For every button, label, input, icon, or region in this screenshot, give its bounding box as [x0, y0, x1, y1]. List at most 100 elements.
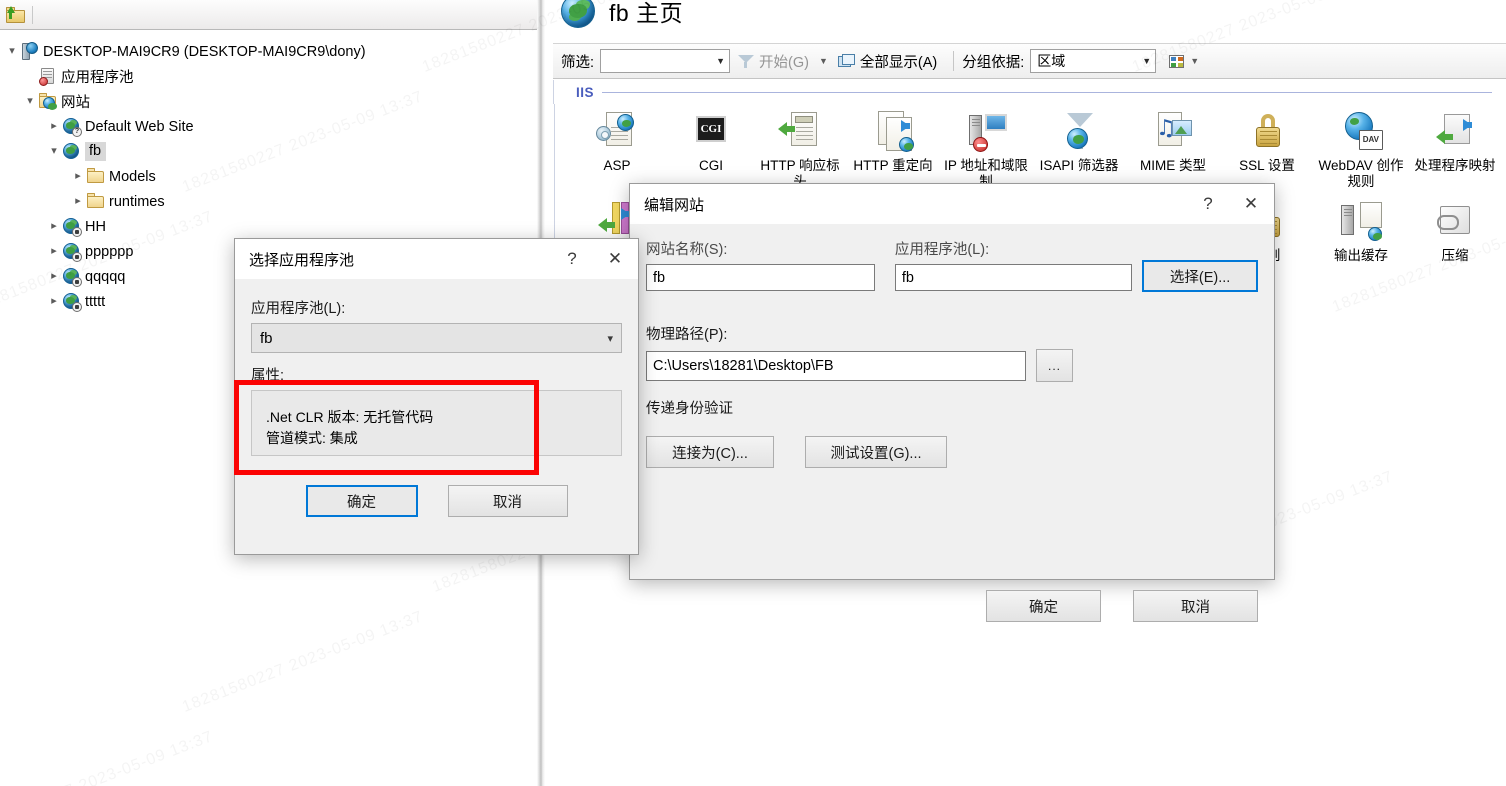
dialog-body: 网站名称(S): fb 应用程序池(L): fb 选择(E)... 物理路径(P…	[630, 224, 1274, 622]
tree-item-fb[interactable]: ▾ fb	[0, 139, 537, 164]
website-icon	[62, 217, 82, 237]
tree-item-label: Default Web Site	[85, 118, 194, 135]
website-icon	[62, 142, 81, 161]
tree-item-sites[interactable]: ▾ 网站	[0, 89, 537, 114]
feature-webdav[interactable]: DAV WebDAV 创作规则	[1315, 110, 1407, 190]
physical-path-input[interactable]: C:\Users\18281\Desktop\FB	[646, 350, 1026, 381]
expand-chevron-icon[interactable]: ▸	[46, 121, 62, 132]
connections-toolbar	[0, 0, 537, 30]
app-pool-input[interactable]: fb	[894, 264, 1133, 291]
feature-mime-types[interactable]: ♫ MIME 类型	[1127, 110, 1219, 174]
folder-icon	[86, 167, 105, 186]
passthrough-auth-label: 传递身份验证	[646, 401, 733, 417]
expand-chevron-icon[interactable]: ▾	[4, 46, 20, 57]
group-by-select[interactable]: 区域 ▼	[1030, 49, 1157, 73]
help-icon[interactable]: ?	[1188, 194, 1228, 214]
tree-item-hh[interactable]: ▸ HH	[0, 214, 537, 239]
tree-item-label: 应用程序池	[61, 70, 134, 86]
tree-item-models[interactable]: ▸ Models	[0, 164, 537, 189]
chevron-down-icon[interactable]: ▾	[607, 332, 613, 345]
toolbar-separator	[32, 5, 33, 24]
site-name-label: 网站名称(S):	[646, 242, 728, 258]
filter-go-button[interactable]: 开始(G)	[730, 51, 817, 72]
feature-asp[interactable]: ASP	[571, 110, 663, 174]
expand-chevron-icon[interactable]: ▾	[22, 96, 38, 107]
connect-as-button[interactable]: 连接为(C)...	[646, 436, 774, 468]
website-icon	[62, 292, 82, 312]
feature-label: 处理程序映射	[1414, 158, 1496, 173]
filter-go-label: 开始(G)	[759, 54, 809, 71]
feature-http-response-headers[interactable]: HTTP 响应标头	[754, 110, 846, 190]
show-all-icon	[837, 54, 855, 68]
properties-label: 属性:	[251, 368, 285, 384]
dialog-title: 选择应用程序池	[249, 251, 355, 269]
filter-toolbar: 筛选: ▼ 开始(G) ▼ 全部显示(A) 分组依据: 区域 ▼ ▼	[553, 43, 1506, 79]
expand-chevron-icon[interactable]: ▸	[46, 296, 62, 307]
feature-isapi-filters[interactable]: ISAPI 筛选器	[1033, 110, 1125, 174]
select-app-pool-button[interactable]: 选择(E)...	[1142, 260, 1258, 292]
ip-restrictions-icon	[963, 110, 1009, 154]
site-name-input[interactable]: fb	[646, 264, 875, 291]
grid-view-icon	[1168, 54, 1184, 68]
test-settings-button[interactable]: 测试设置(G)...	[805, 436, 947, 468]
mime-types-icon: ♫	[1150, 110, 1196, 154]
filter-input[interactable]: ▼	[600, 49, 731, 73]
show-all-button[interactable]: 全部显示(A)	[830, 51, 945, 72]
cancel-button[interactable]: 取消	[1133, 590, 1258, 622]
feature-label: HTTP 重定向	[853, 158, 933, 173]
dialog-titlebar[interactable]: 选择应用程序池 ? ✕	[235, 239, 638, 279]
tree-item-default-web-site[interactable]: ▸ ? Default Web Site	[0, 114, 537, 139]
dialog-body: 应用程序池(L): fb ▾ 属性: .Net CLR 版本: 无托管代码 管道…	[235, 279, 638, 517]
page-header: fb 主页	[545, 0, 683, 34]
chevron-down-icon[interactable]: ▼	[1188, 56, 1201, 66]
feature-ssl-settings[interactable]: SSL 设置	[1221, 110, 1313, 174]
feature-cgi[interactable]: CGI CGI	[665, 110, 757, 174]
feature-label: WebDAV 创作规则	[1318, 158, 1404, 189]
app-pool-select[interactable]: fb ▾	[251, 323, 622, 353]
chevron-down-icon[interactable]: ▼	[712, 56, 729, 66]
filter-label: 筛选:	[561, 54, 595, 71]
expand-chevron-icon[interactable]: ▸	[70, 196, 86, 207]
feature-compression[interactable]: 压缩	[1409, 200, 1501, 264]
funnel-icon	[738, 54, 755, 68]
expand-chevron-icon[interactable]: ▸	[70, 171, 86, 182]
dialog-titlebar[interactable]: 编辑网站 ? ✕	[630, 184, 1274, 224]
feature-label: CGI	[698, 158, 723, 173]
feature-output-caching[interactable]: 输出缓存	[1315, 200, 1407, 264]
globe-icon	[561, 0, 595, 28]
close-icon[interactable]: ✕	[1228, 194, 1274, 214]
tree-item-runtimes[interactable]: ▸ runtimes	[0, 189, 537, 214]
expand-chevron-icon[interactable]: ▾	[46, 146, 62, 157]
handler-mappings-icon	[1432, 110, 1478, 154]
group-header-label: IIS	[576, 84, 595, 100]
toolbar-separator	[953, 51, 955, 71]
feature-label: ASP	[603, 158, 631, 173]
expand-chevron-icon[interactable]: ▸	[46, 221, 62, 232]
properties-line-clr: .Net CLR 版本: 无托管代码	[266, 409, 434, 425]
help-icon[interactable]: ?	[552, 249, 592, 269]
tree-item-label: HH	[85, 218, 106, 235]
ok-button[interactable]: 确定	[986, 590, 1101, 622]
feature-ip-restrictions[interactable]: IP 地址和域限制	[940, 110, 1032, 190]
folder-icon	[86, 192, 105, 211]
feature-http-redirect[interactable]: HTTP 重定向	[847, 110, 939, 174]
folder-up-icon[interactable]	[6, 6, 26, 23]
website-icon	[62, 267, 82, 287]
tree-item-application-pools[interactable]: ▸ 应用程序池	[0, 64, 537, 89]
app-pool-label: 应用程序池(L):	[894, 242, 990, 258]
expand-chevron-icon[interactable]: ▸	[46, 246, 62, 257]
output-caching-icon	[1338, 200, 1384, 244]
tree-item-server[interactable]: ▾ DESKTOP-MAI9CR9 (DESKTOP-MAI9CR9\dony)	[0, 39, 537, 64]
isapi-filters-icon	[1056, 110, 1102, 154]
app-pool-label: 应用程序池(L):	[251, 301, 346, 317]
physical-path-label: 物理路径(P):	[646, 327, 728, 343]
cancel-button[interactable]: 取消	[447, 485, 568, 517]
close-icon[interactable]: ✕	[592, 249, 638, 269]
chevron-down-icon[interactable]: ▼	[817, 56, 830, 66]
view-mode-button[interactable]	[1164, 50, 1188, 72]
chevron-down-icon[interactable]: ▼	[1138, 56, 1155, 66]
ok-button[interactable]: 确定	[305, 485, 418, 517]
expand-chevron-icon[interactable]: ▸	[46, 271, 62, 282]
feature-handler-mappings[interactable]: 处理程序映射	[1409, 110, 1501, 174]
browse-button[interactable]: ...	[1036, 349, 1073, 382]
